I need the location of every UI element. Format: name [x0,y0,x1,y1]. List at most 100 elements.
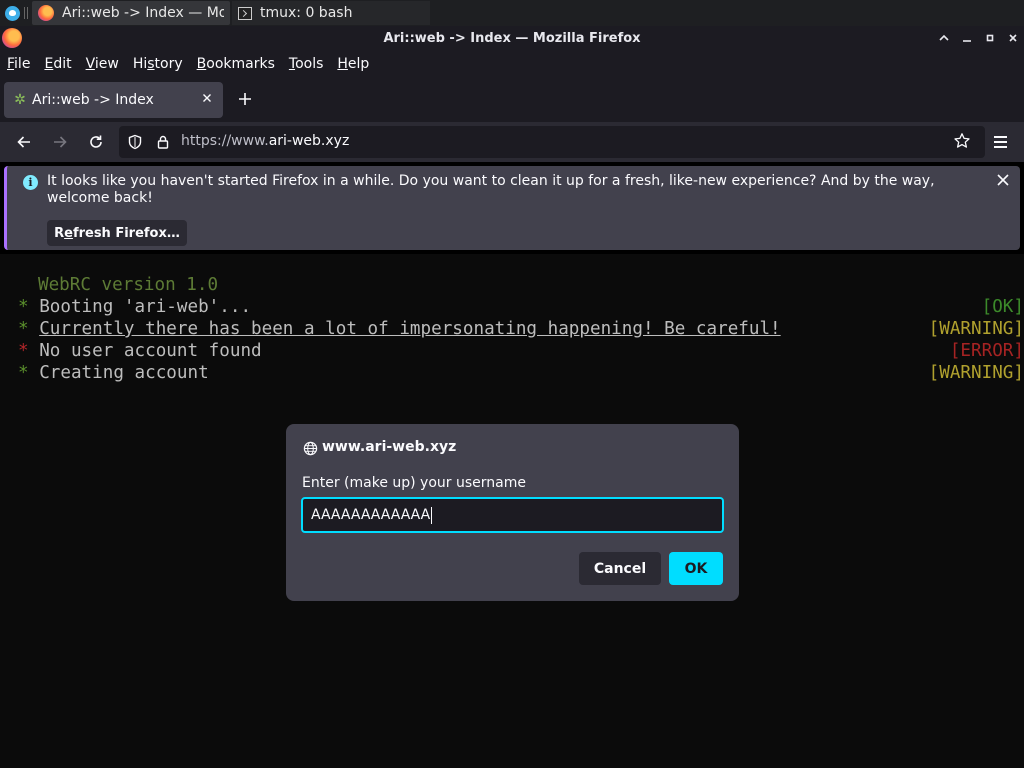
menu-label: Hi [132,56,148,72]
menu-accesskey: V [85,56,95,72]
close-icon [997,174,1009,186]
notification-message: It looks like you haven't started Firefo… [47,173,935,206]
firefox-icon [38,5,54,21]
menu-tools[interactable]: Tools [289,56,324,72]
close-icon [203,94,211,102]
input-value: AAAAAAAAAAAA [311,507,431,523]
tracking-protection-icon[interactable] [127,134,143,150]
menu-label: elp [347,56,370,72]
menu-help[interactable]: Help [337,56,369,72]
ok-button[interactable]: OK [669,552,723,585]
taskbar-item-label: Ari::web -> Index — Mo... [62,5,224,21]
button-label: R [54,225,65,241]
minimize-icon [963,40,971,42]
taskbar-item-label: tmux: 0 bash [260,5,353,21]
menu-label: ile [14,56,31,72]
menu-label: dit [53,56,72,72]
terminal-text: Booting 'ari-web'... [39,297,252,317]
url-domain: ari-web.xyz [268,133,350,149]
firefox-icon [2,28,22,48]
forward-button[interactable] [48,130,72,154]
terminal-header: WebRC version 1.0 [38,275,219,295]
plus-icon [239,93,251,105]
status-ok: [OK] [981,297,1024,317]
back-button[interactable] [12,130,36,154]
app-launcher-button[interactable] [0,0,24,26]
tab-close-button[interactable] [199,91,215,107]
menu-accesskey: B [196,56,207,72]
terminal-text: Creating account [39,363,209,383]
menu-label: iew [94,56,119,72]
taskbar: Ari::web -> Index — Mo... tmux: 0 bash [0,0,1024,26]
terminal-icon [238,6,252,20]
notification-close-button[interactable] [996,172,1010,192]
star-icon [954,133,970,148]
menu-file[interactable]: File [7,56,30,72]
refresh-firefox-button[interactable]: Re fresh Firefox… [47,220,187,246]
reload-button[interactable] [84,130,108,154]
hamburger-menu-icon [993,146,1007,148]
lock-icon[interactable] [155,134,171,150]
username-input[interactable]: AAAAAAAAAAAA [301,497,724,533]
terminal-link-text[interactable]: Currently there has been a lot of impers… [39,319,780,339]
bookmark-star-button[interactable] [953,132,971,155]
menu-accesskey: s [147,56,155,72]
terminal-bullet: * [18,363,29,383]
dialog-origin: www.ari-web.xyz [322,439,457,455]
tab-label: Ari::web -> Index [32,92,154,108]
info-icon: i [23,175,38,190]
status-warning: [WARNING] [928,319,1024,339]
url-text[interactable]: https://www.ari-web.xyz [181,133,349,149]
terminal-bullet: * [18,319,29,339]
menu-label: ools [295,56,324,72]
terminal-bullet: * [18,341,29,361]
tab-ari-web[interactable]: ✲ Ari::web -> Index [4,82,223,118]
url-prefix: https://www. [181,133,269,149]
window-titlebar: Ari::web -> Index — Mozilla Firefox [0,26,1024,50]
cancel-button[interactable]: Cancel [579,552,661,585]
reload-icon [90,135,102,148]
terminal-line: * Currently there has been a lot of impe… [18,318,1024,340]
hamburger-menu-icon [993,141,1007,143]
menu-view[interactable]: View [86,56,119,72]
arrow-left-icon [17,136,30,148]
tab-strip: ✲ Ari::web -> Index [0,78,1024,122]
favicon-icon: ✲ [14,92,26,108]
text-caret [431,506,433,524]
terminal-line: * Booting 'ari-web'... [OK] [18,296,1024,318]
status-error: [ERROR] [949,341,1024,361]
menu-accesskey: H [337,56,348,72]
launcher-icon [4,5,20,21]
menu-accesskey: F [7,56,15,72]
maximize-icon [986,34,994,42]
close-window-button[interactable] [1004,29,1022,47]
menu-history[interactable]: History [133,56,183,72]
maximize-button[interactable] [981,29,999,47]
window-shade-button[interactable] [935,29,953,47]
taskbar-item-firefox[interactable]: Ari::web -> Index — Mo... [32,1,230,25]
menu-edit[interactable]: Edit [44,56,71,72]
globe-icon [303,441,318,456]
terminal-bullet: * [18,297,29,317]
menu-label: tory [154,56,183,72]
window-title: Ari::web -> Index — Mozilla Firefox [383,30,641,46]
terminal-line: * No user account found [ERROR] [18,340,1024,362]
refresh-notification-bar: i It looks like you haven't started Fire… [4,166,1020,250]
minimize-button[interactable] [958,29,976,47]
button-accesskey: e [64,225,73,241]
navigation-toolbar: https://www.ari-web.xyz [0,122,1024,162]
button-label: fresh Firefox… [72,225,180,241]
chevron-up-icon [939,34,949,41]
url-bar[interactable]: https://www.ari-web.xyz [119,126,985,158]
arrow-right-icon [54,136,67,148]
taskbar-separator [24,7,28,19]
app-menu-button[interactable] [988,130,1012,154]
close-icon [1009,34,1017,42]
taskbar-item-terminal[interactable]: tmux: 0 bash [232,1,430,25]
new-tab-button[interactable] [235,89,255,109]
dialog-prompt: Enter (make up) your username [302,475,526,491]
menu-bookmarks[interactable]: Bookmarks [197,56,275,72]
prompt-dialog: www.ari-web.xyz Enter (make up) your use… [286,424,739,601]
terminal-text: No user account found [39,341,262,361]
menu-accesskey: E [44,56,54,72]
